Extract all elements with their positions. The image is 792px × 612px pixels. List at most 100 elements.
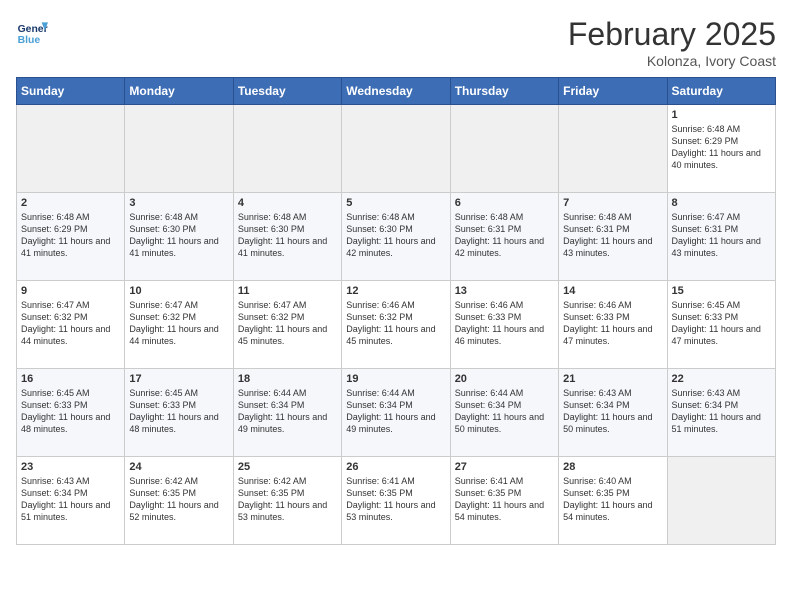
calendar-cell bbox=[342, 105, 450, 193]
header-wednesday: Wednesday bbox=[342, 78, 450, 105]
day-number: 1 bbox=[672, 109, 771, 121]
calendar-cell bbox=[450, 105, 558, 193]
calendar-cell: 12 Sunrise: 6:46 AM Sunset: 6:32 PM Dayli… bbox=[342, 281, 450, 369]
calendar-cell: 21Sunrise: 6:43 AM Sunset: 6:34 PM Dayli… bbox=[559, 369, 667, 457]
calendar-cell: 11 Sunrise: 6:47 AM Sunset: 6:32 PM Dayli… bbox=[233, 281, 341, 369]
day-number: 18 bbox=[238, 373, 337, 385]
svg-text:Blue: Blue bbox=[18, 35, 41, 46]
header-monday: Monday bbox=[125, 78, 233, 105]
calendar-cell bbox=[667, 457, 775, 545]
week-row-1: 1 Sunrise: 6:48 AM Sunset: 6:29 PM Daylig… bbox=[17, 105, 776, 193]
day-info: Sunrise: 6:48 AM Sunset: 6:29 PM Dayligh… bbox=[672, 123, 771, 172]
day-number: 15 bbox=[672, 285, 771, 297]
day-info: Sunrise: 6:47 AM Sunset: 6:32 PM Dayligh… bbox=[238, 299, 337, 348]
day-info: Sunrise: 6:47 AM Sunset: 6:31 PM Dayligh… bbox=[672, 211, 771, 260]
header-sunday: Sunday bbox=[17, 78, 125, 105]
calendar-cell: 1 Sunrise: 6:48 AM Sunset: 6:29 PM Daylig… bbox=[667, 105, 775, 193]
day-number: 21 bbox=[563, 373, 662, 385]
calendar-cell: 5 Sunrise: 6:48 AM Sunset: 6:30 PM Daylig… bbox=[342, 193, 450, 281]
day-info: Sunrise: 6:40 AM Sunset: 6:35 PM Dayligh… bbox=[563, 475, 662, 524]
day-number: 23 bbox=[21, 461, 120, 473]
header-saturday: Saturday bbox=[667, 78, 775, 105]
day-number: 4 bbox=[238, 197, 337, 209]
calendar-cell: 25Sunrise: 6:42 AM Sunset: 6:35 PM Dayli… bbox=[233, 457, 341, 545]
calendar-cell bbox=[559, 105, 667, 193]
calendar-header-row: SundayMondayTuesdayWednesdayThursdayFrid… bbox=[17, 78, 776, 105]
week-row-5: 23 Sunrise: 6:43 AM Sunset: 6:34 PM Dayli… bbox=[17, 457, 776, 545]
calendar-table: SundayMondayTuesdayWednesdayThursdayFrid… bbox=[16, 77, 776, 545]
day-info: Sunrise: 6:46 AM Sunset: 6:33 PM Dayligh… bbox=[563, 299, 662, 348]
calendar-cell: 20 Sunrise: 6:44 AM Sunset: 6:34 PM Dayli… bbox=[450, 369, 558, 457]
calendar-cell: 28 Sunrise: 6:40 AM Sunset: 6:35 PM Dayli… bbox=[559, 457, 667, 545]
day-number: 5 bbox=[346, 197, 445, 209]
day-number: 22 bbox=[672, 373, 771, 385]
day-number: 20 bbox=[455, 373, 554, 385]
calendar-cell: 13 Sunrise: 6:46 AM Sunset: 6:33 PM Dayli… bbox=[450, 281, 558, 369]
calendar-cell: 15 Sunrise: 6:45 AM Sunset: 6:33 PM Dayli… bbox=[667, 281, 775, 369]
day-number: 8 bbox=[672, 197, 771, 209]
day-info: Sunrise: 6:47 AM Sunset: 6:32 PM Dayligh… bbox=[21, 299, 120, 348]
month-title: February 2025 bbox=[568, 16, 776, 53]
day-info: Sunrise: 6:45 AM Sunset: 6:33 PM Dayligh… bbox=[672, 299, 771, 348]
day-info: Sunrise: 6:41 AM Sunset: 6:35 PM Dayligh… bbox=[455, 475, 554, 524]
day-number: 7 bbox=[563, 197, 662, 209]
day-info: Sunrise: 6:42 AM Sunset: 6:35 PM Dayligh… bbox=[238, 475, 337, 524]
header-friday: Friday bbox=[559, 78, 667, 105]
day-number: 24 bbox=[129, 461, 228, 473]
day-number: 2 bbox=[21, 197, 120, 209]
day-info: Sunrise: 6:46 AM Sunset: 6:33 PM Dayligh… bbox=[455, 299, 554, 348]
week-row-2: 2 Sunrise: 6:48 AM Sunset: 6:29 PM Daylig… bbox=[17, 193, 776, 281]
day-info: Sunrise: 6:48 AM Sunset: 6:30 PM Dayligh… bbox=[346, 211, 445, 260]
logo-icon: General Blue bbox=[16, 16, 48, 48]
calendar-cell bbox=[17, 105, 125, 193]
day-info: Sunrise: 6:45 AM Sunset: 6:33 PM Dayligh… bbox=[129, 387, 228, 436]
calendar-cell: 2 Sunrise: 6:48 AM Sunset: 6:29 PM Daylig… bbox=[17, 193, 125, 281]
day-number: 9 bbox=[21, 285, 120, 297]
day-info: Sunrise: 6:44 AM Sunset: 6:34 PM Dayligh… bbox=[346, 387, 445, 436]
day-info: Sunrise: 6:41 AM Sunset: 6:35 PM Dayligh… bbox=[346, 475, 445, 524]
calendar-cell: 9 Sunrise: 6:47 AM Sunset: 6:32 PM Daylig… bbox=[17, 281, 125, 369]
calendar-cell: 18 Sunrise: 6:44 AM Sunset: 6:34 PM Dayli… bbox=[233, 369, 341, 457]
calendar-cell: 16Sunrise: 6:45 AM Sunset: 6:33 PM Dayli… bbox=[17, 369, 125, 457]
day-number: 16 bbox=[21, 373, 120, 385]
day-info: Sunrise: 6:43 AM Sunset: 6:34 PM Dayligh… bbox=[21, 475, 120, 524]
day-info: Sunrise: 6:44 AM Sunset: 6:34 PM Dayligh… bbox=[455, 387, 554, 436]
page-header: General Blue February 2025 Kolonza, Ivor… bbox=[16, 16, 776, 69]
day-number: 13 bbox=[455, 285, 554, 297]
location-subtitle: Kolonza, Ivory Coast bbox=[568, 53, 776, 69]
day-info: Sunrise: 6:48 AM Sunset: 6:29 PM Dayligh… bbox=[21, 211, 120, 260]
day-number: 6 bbox=[455, 197, 554, 209]
day-number: 3 bbox=[129, 197, 228, 209]
day-info: Sunrise: 6:48 AM Sunset: 6:31 PM Dayligh… bbox=[455, 211, 554, 260]
calendar-cell: 8 Sunrise: 6:47 AM Sunset: 6:31 PM Daylig… bbox=[667, 193, 775, 281]
calendar-cell: 17 Sunrise: 6:45 AM Sunset: 6:33 PM Dayli… bbox=[125, 369, 233, 457]
day-number: 14 bbox=[563, 285, 662, 297]
calendar-cell: 7 Sunrise: 6:48 AM Sunset: 6:31 PM Daylig… bbox=[559, 193, 667, 281]
day-number: 19 bbox=[346, 373, 445, 385]
header-thursday: Thursday bbox=[450, 78, 558, 105]
day-info: Sunrise: 6:48 AM Sunset: 6:30 PM Dayligh… bbox=[129, 211, 228, 260]
day-info: Sunrise: 6:48 AM Sunset: 6:31 PM Dayligh… bbox=[563, 211, 662, 260]
day-number: 12 bbox=[346, 285, 445, 297]
calendar-cell: 4Sunrise: 6:48 AM Sunset: 6:30 PM Daylig… bbox=[233, 193, 341, 281]
day-number: 10 bbox=[129, 285, 228, 297]
day-number: 17 bbox=[129, 373, 228, 385]
calendar-cell: 14 Sunrise: 6:46 AM Sunset: 6:33 PM Dayli… bbox=[559, 281, 667, 369]
calendar-cell: 10Sunrise: 6:47 AM Sunset: 6:32 PM Dayli… bbox=[125, 281, 233, 369]
day-number: 27 bbox=[455, 461, 554, 473]
calendar-cell: 19 Sunrise: 6:44 AM Sunset: 6:34 PM Dayli… bbox=[342, 369, 450, 457]
day-number: 11 bbox=[238, 285, 337, 297]
day-info: Sunrise: 6:44 AM Sunset: 6:34 PM Dayligh… bbox=[238, 387, 337, 436]
day-number: 26 bbox=[346, 461, 445, 473]
week-row-3: 9 Sunrise: 6:47 AM Sunset: 6:32 PM Daylig… bbox=[17, 281, 776, 369]
day-number: 28 bbox=[563, 461, 662, 473]
header-tuesday: Tuesday bbox=[233, 78, 341, 105]
calendar-cell: 23 Sunrise: 6:43 AM Sunset: 6:34 PM Dayli… bbox=[17, 457, 125, 545]
calendar-cell bbox=[233, 105, 341, 193]
logo: General Blue bbox=[16, 16, 48, 48]
day-info: Sunrise: 6:42 AM Sunset: 6:35 PM Dayligh… bbox=[129, 475, 228, 524]
week-row-4: 16 Sunrise: 6:45 AM Sunset: 6:33 PM Dayli… bbox=[17, 369, 776, 457]
calendar-cell: 26 Sunrise: 6:41 AM Sunset: 6:35 PM Dayli… bbox=[342, 457, 450, 545]
day-info: Sunrise: 6:46 AM Sunset: 6:32 PM Dayligh… bbox=[346, 299, 445, 348]
calendar-cell: 6 Sunrise: 6:48 AM Sunset: 6:31 PM Daylig… bbox=[450, 193, 558, 281]
